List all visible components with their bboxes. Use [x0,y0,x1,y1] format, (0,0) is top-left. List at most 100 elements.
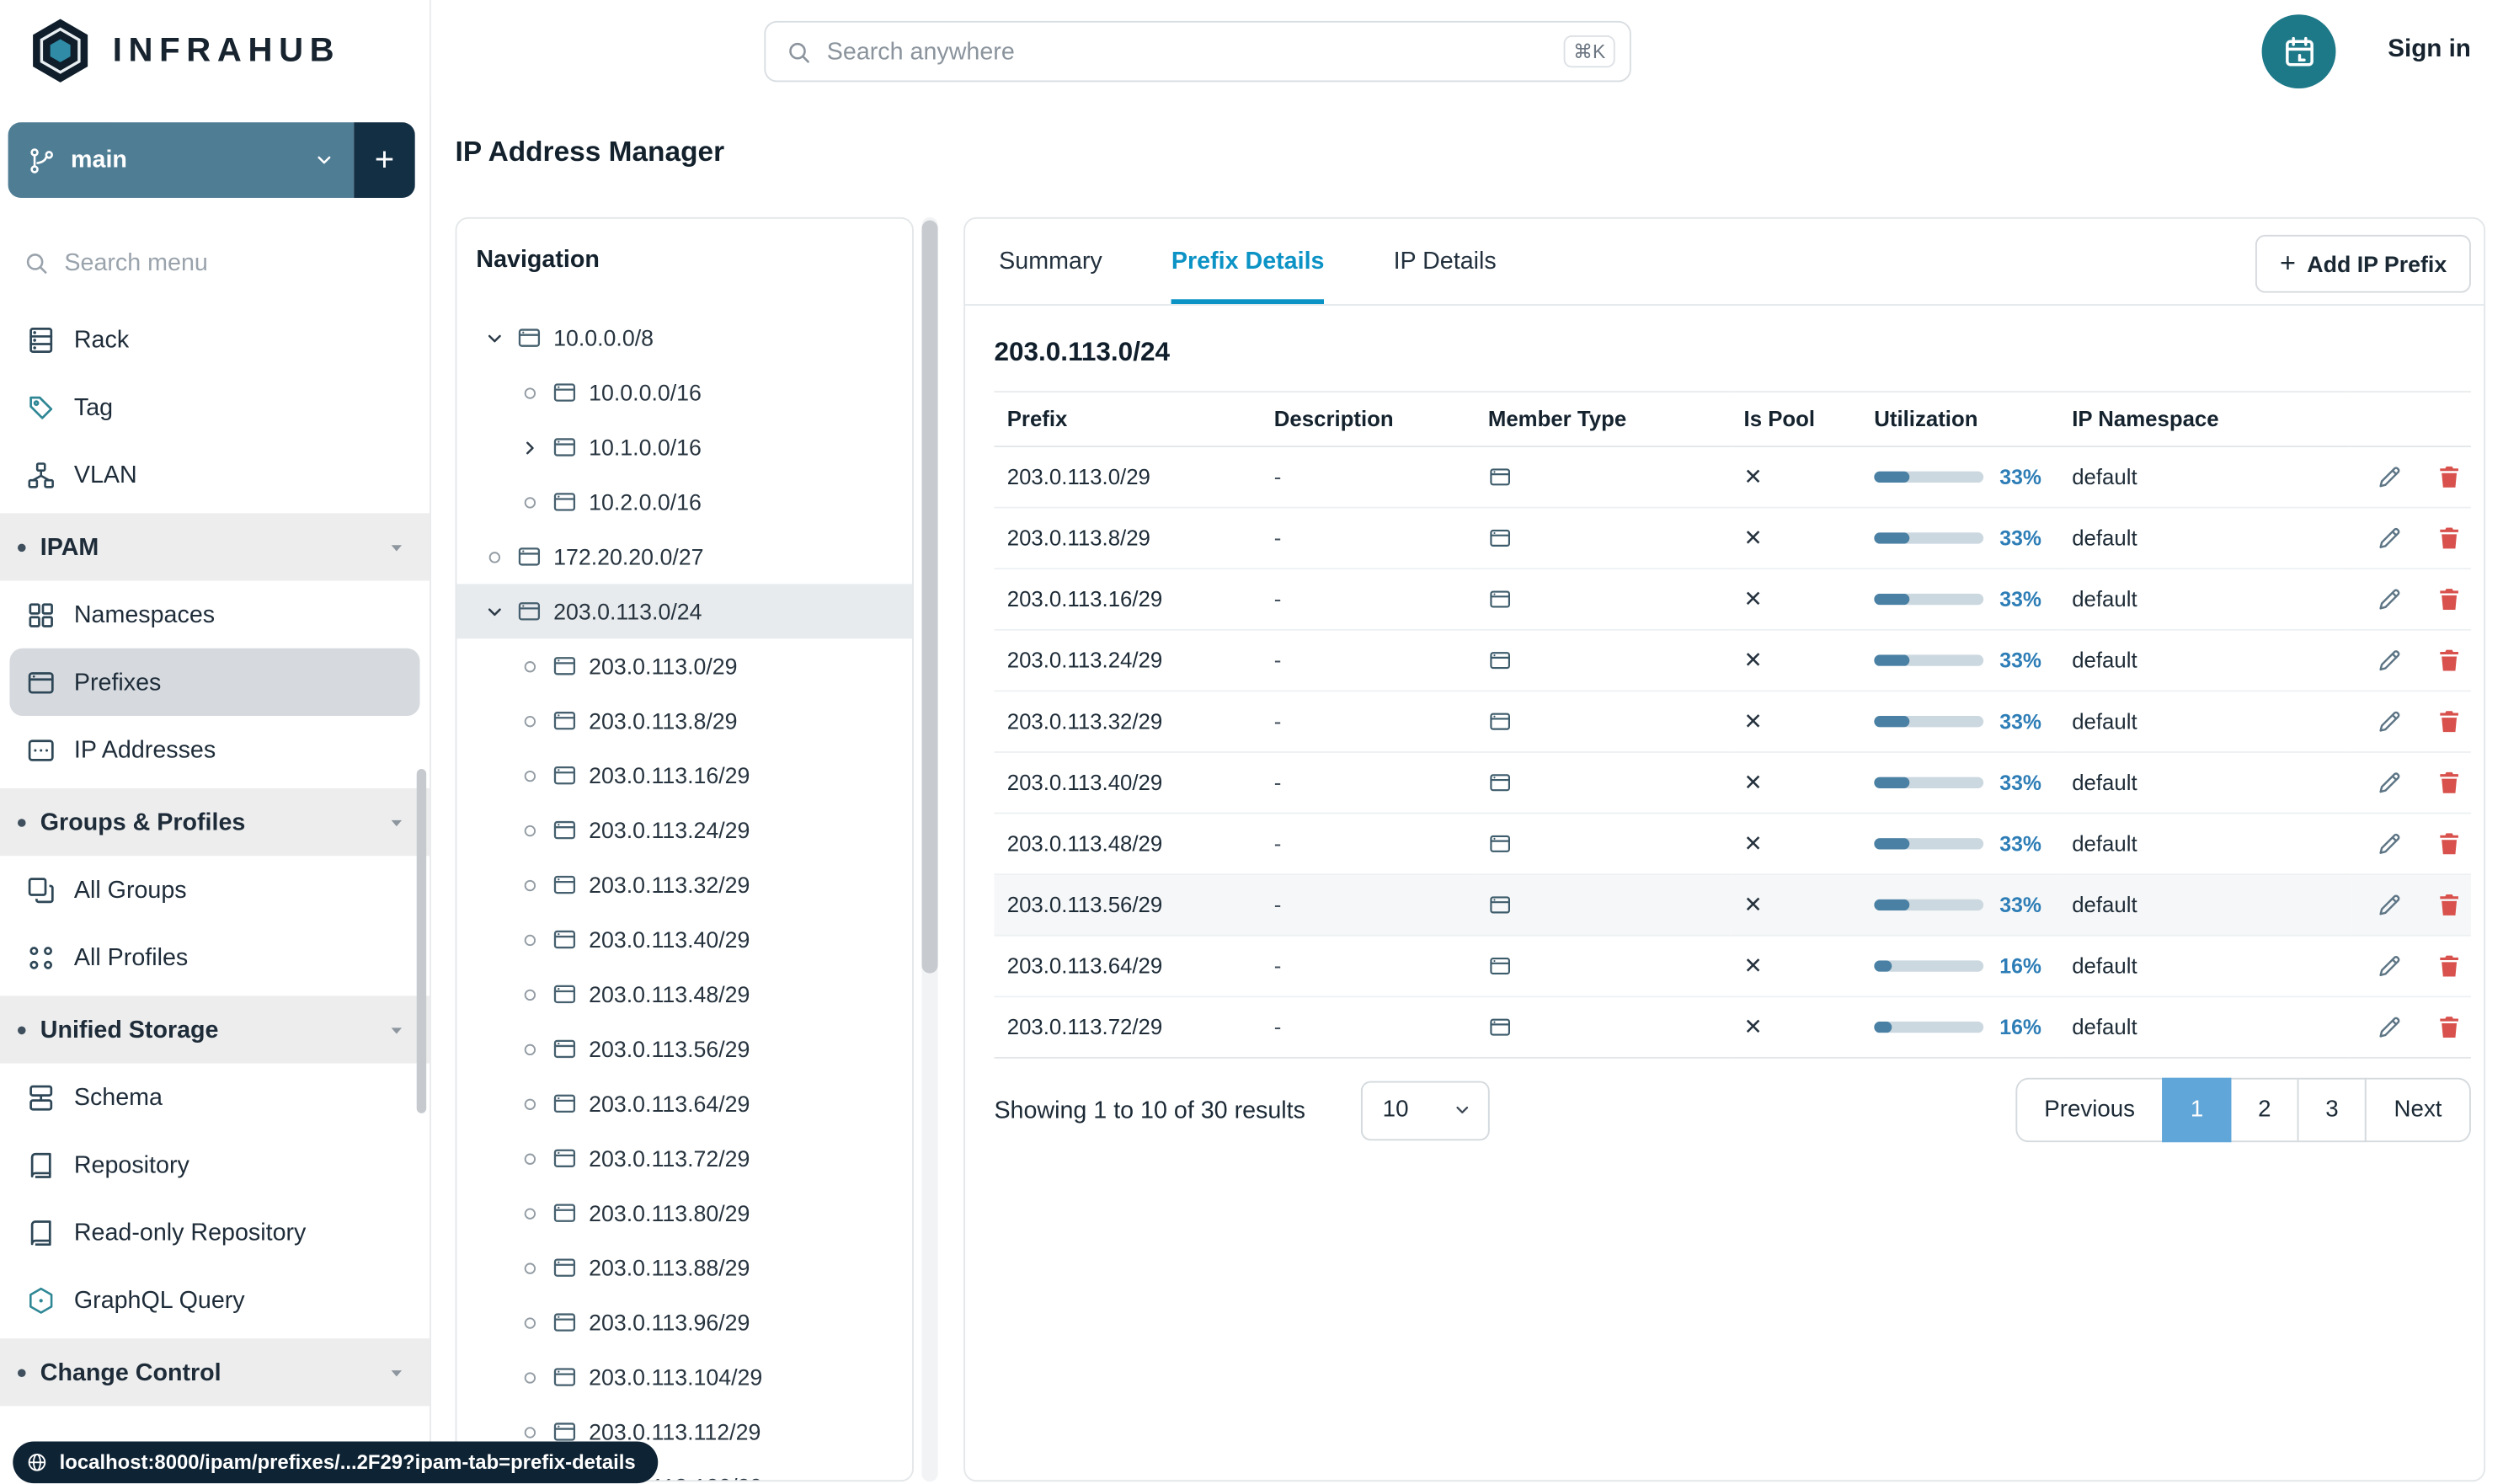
navigation-scrollbar-thumb[interactable] [921,220,938,974]
edit-icon[interactable] [2376,463,2403,490]
tree-item[interactable]: 10.1.0.0/16 [456,420,912,475]
next-page-button[interactable]: Next [2365,1077,2471,1143]
sidebar-item-ip-addresses[interactable]: IP Addresses [9,716,419,783]
delete-icon[interactable] [2436,463,2463,490]
prefix-cell[interactable]: 203.0.113.72/29 [994,996,1262,1059]
tree-item[interactable]: 203.0.113.16/29 [456,748,912,803]
sidebar-item-schema[interactable]: Schema [9,1064,419,1131]
table-row[interactable]: 203.0.113.24/29 - ✕ 33% default [994,629,2471,692]
prefix-cell[interactable]: 203.0.113.56/29 [994,874,1262,937]
tree-item[interactable]: 203.0.113.0/29 [456,638,912,693]
previous-page-button[interactable]: Previous [2015,1077,2164,1143]
prefix-cell[interactable]: 203.0.113.16/29 [994,569,1262,631]
prefix-cell[interactable]: 203.0.113.48/29 [994,813,1262,876]
section-header-groups-profiles[interactable]: Groups & Profiles [0,787,430,857]
chevron-down-icon[interactable] [484,601,505,622]
table-row[interactable]: 203.0.113.0/29 - ✕ 33% default [994,446,2471,509]
sidebar-item-prefixes[interactable]: Prefixes [9,648,420,716]
sidebar-item-graphql-query[interactable]: GraphQL Query [9,1266,419,1333]
tab-prefix-details[interactable]: Prefix Details [1171,219,1325,305]
section-header-ipam[interactable]: IPAM [0,513,430,581]
tree-item[interactable]: 203.0.113.48/29 [456,967,912,1022]
delete-icon[interactable] [2436,830,2463,857]
tab-ip-details[interactable]: IP Details [1394,219,1497,304]
sidebar-item-namespaces[interactable]: Namespaces [9,581,419,649]
add-branch-button[interactable]: + [354,122,415,198]
sidebar-item-all-groups[interactable]: All Groups [9,856,419,923]
delete-icon[interactable] [2436,707,2463,734]
tree-item[interactable]: 203.0.113.8/29 [456,693,912,748]
edit-icon[interactable] [2376,891,2403,918]
page-button-3[interactable]: 3 [2297,1077,2367,1143]
delete-icon[interactable] [2436,769,2463,796]
tree-item[interactable]: 203.0.113.32/29 [456,857,912,912]
sign-in-link[interactable]: Sign in [2388,35,2471,64]
tree-item[interactable]: 10.0.0.0/16 [456,366,912,420]
edit-icon[interactable] [2376,830,2403,857]
page-button-1[interactable]: 1 [2162,1077,2232,1143]
table-row[interactable]: 203.0.113.48/29 - ✕ 33% default [994,813,2471,876]
tree-item[interactable]: 203.0.113.24/29 [456,803,912,857]
delete-icon[interactable] [2436,647,2463,674]
sidebar-item-tag[interactable]: Tag [9,373,419,440]
chevron-right-icon[interactable] [520,437,541,458]
table-row[interactable]: 203.0.113.56/29 - ✕ 33% default [994,874,2471,937]
delete-icon[interactable] [2436,891,2463,918]
global-search-input[interactable] [826,37,1550,66]
logo[interactable]: INFRAHUB [0,0,430,85]
chevron-down-icon[interactable] [484,328,505,349]
prefix-cell[interactable]: 203.0.113.32/29 [994,691,1262,753]
page-size-select[interactable]: 10 [1361,1080,1491,1140]
tree-item[interactable]: 203.0.113.72/29 [456,1131,912,1186]
delete-icon[interactable] [2436,1013,2463,1040]
prefix-icon [552,1255,578,1281]
section-header-change-control[interactable]: Change Control [0,1338,430,1407]
prefix-cell[interactable]: 203.0.113.0/29 [994,446,1262,509]
page-button-2[interactable]: 2 [2229,1077,2299,1143]
tree-item[interactable]: 172.20.20.0/27 [456,529,912,584]
table-row[interactable]: 203.0.113.32/29 - ✕ 33% default [994,691,2471,753]
edit-icon[interactable] [2376,585,2403,612]
navigation-scrollbar-track[interactable] [921,216,938,1482]
schedule-button[interactable] [2261,14,2336,89]
sidebar-scrollbar[interactable] [416,769,427,1113]
sidebar-item-vlan[interactable]: VLAN [9,440,419,508]
tree-item[interactable]: 203.0.113.80/29 [456,1186,912,1241]
prefix-cell[interactable]: 203.0.113.8/29 [994,507,1262,570]
prefix-cell[interactable]: 203.0.113.40/29 [994,751,1262,814]
tree-item[interactable]: 10.2.0.0/16 [456,474,912,529]
tree-item[interactable]: 203.0.113.88/29 [456,1241,912,1295]
menu-search-input[interactable] [64,248,408,276]
edit-icon[interactable] [2376,647,2403,674]
tree-item[interactable]: 10.0.0.0/8 [456,311,912,366]
tree-item-selected[interactable]: 203.0.113.0/24 [456,584,913,639]
sidebar-item-all-profiles[interactable]: All Profiles [9,923,419,990]
tree-item[interactable]: 203.0.113.96/29 [456,1295,912,1350]
tree-item[interactable]: 203.0.113.104/29 [456,1350,912,1405]
prefix-cell[interactable]: 203.0.113.64/29 [994,935,1262,998]
sidebar-item-rack[interactable]: Rack [9,306,419,373]
tree-item[interactable]: 203.0.113.56/29 [456,1022,912,1076]
add-ip-prefix-button[interactable]: + Add IP Prefix [2255,234,2471,293]
edit-icon[interactable] [2376,707,2403,734]
table-row[interactable]: 203.0.113.72/29 - ✕ 16% default [994,996,2471,1059]
sidebar-item-readonly-repository[interactable]: Read-only Repository [9,1198,419,1266]
delete-icon[interactable] [2436,585,2463,612]
table-row[interactable]: 203.0.113.40/29 - ✕ 33% default [994,751,2471,814]
tab-summary[interactable]: Summary [999,219,1102,304]
table-row[interactable]: 203.0.113.64/29 - ✕ 16% default [994,935,2471,998]
sidebar-item-repository[interactable]: Repository [9,1131,419,1198]
edit-icon[interactable] [2376,525,2403,552]
delete-icon[interactable] [2436,525,2463,552]
edit-icon[interactable] [2376,1013,2403,1040]
edit-icon[interactable] [2376,953,2403,980]
table-row[interactable]: 203.0.113.8/29 - ✕ 33% default [994,507,2471,570]
edit-icon[interactable] [2376,769,2403,796]
prefix-cell[interactable]: 203.0.113.24/29 [994,629,1262,692]
table-row[interactable]: 203.0.113.16/29 - ✕ 33% default [994,569,2471,631]
tree-item[interactable]: 203.0.113.40/29 [456,912,912,967]
delete-icon[interactable] [2436,953,2463,980]
section-header-unified-storage[interactable]: Unified Storage [0,996,430,1064]
branch-select-button[interactable]: main [8,122,355,198]
tree-item[interactable]: 203.0.113.64/29 [456,1076,912,1131]
